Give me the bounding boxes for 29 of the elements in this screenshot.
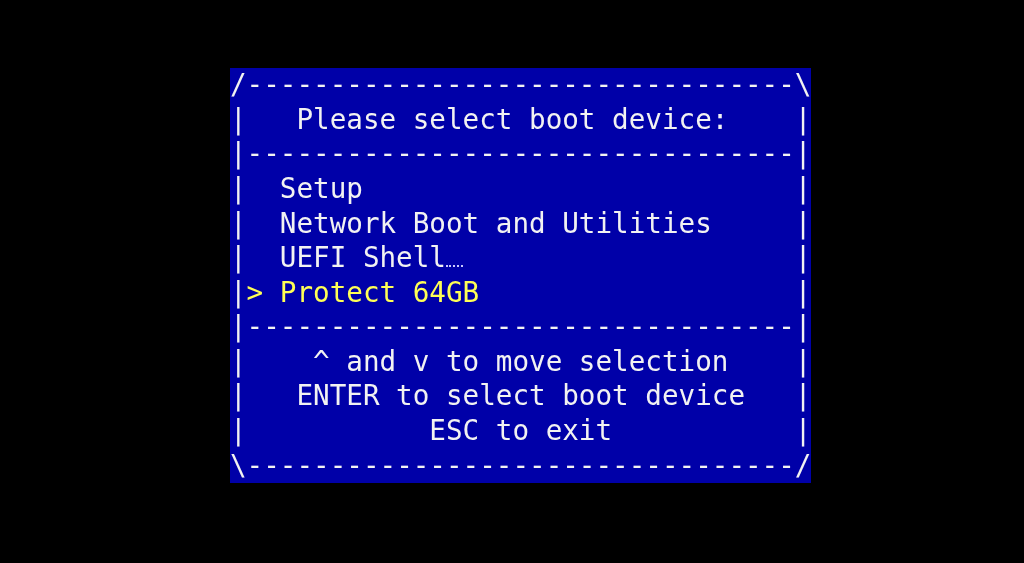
frame-side: | bbox=[794, 381, 812, 412]
menu-title: Please select boot device: bbox=[295, 104, 729, 136]
frame-side: | bbox=[794, 104, 812, 136]
help-text: ESC to exit bbox=[428, 416, 613, 447]
frame-side: | bbox=[230, 416, 247, 447]
frame-border-line: \---------------------------------/ bbox=[230, 448, 812, 484]
frame-side: | bbox=[794, 277, 812, 309]
frame-side: | bbox=[230, 346, 247, 378]
frame-side: | bbox=[794, 416, 812, 447]
boot-menu-item[interactable]: Protect 64GB bbox=[279, 277, 480, 309]
frame-side: | bbox=[230, 381, 247, 412]
boot-menu-item[interactable]: Network Boot and Utilities bbox=[279, 208, 712, 239]
frame-side: | bbox=[230, 277, 247, 309]
frame-side: | bbox=[230, 243, 247, 274]
frame-side: | bbox=[794, 208, 812, 239]
selection-marker: > bbox=[246, 277, 264, 309]
help-text: ENTER to select boot device bbox=[295, 381, 745, 412]
frame-border-line: |---------------------------------| bbox=[230, 310, 812, 345]
boot-menu-item[interactable]: UEFI Shell bbox=[279, 243, 446, 274]
help-text: ^ and v to move selection bbox=[312, 346, 729, 378]
frame-side: | bbox=[794, 243, 812, 274]
frame-border-line: /---------------------------------\ bbox=[230, 68, 812, 103]
frame-side: | bbox=[230, 173, 247, 205]
boot-menu-item[interactable]: Setup bbox=[279, 173, 363, 205]
frame-side: | bbox=[794, 346, 812, 378]
frame-border-line: |---------------------------------| bbox=[230, 137, 812, 172]
frame-side: | bbox=[794, 173, 812, 205]
frame-side: | bbox=[230, 104, 247, 136]
frame-side: | bbox=[230, 208, 247, 239]
